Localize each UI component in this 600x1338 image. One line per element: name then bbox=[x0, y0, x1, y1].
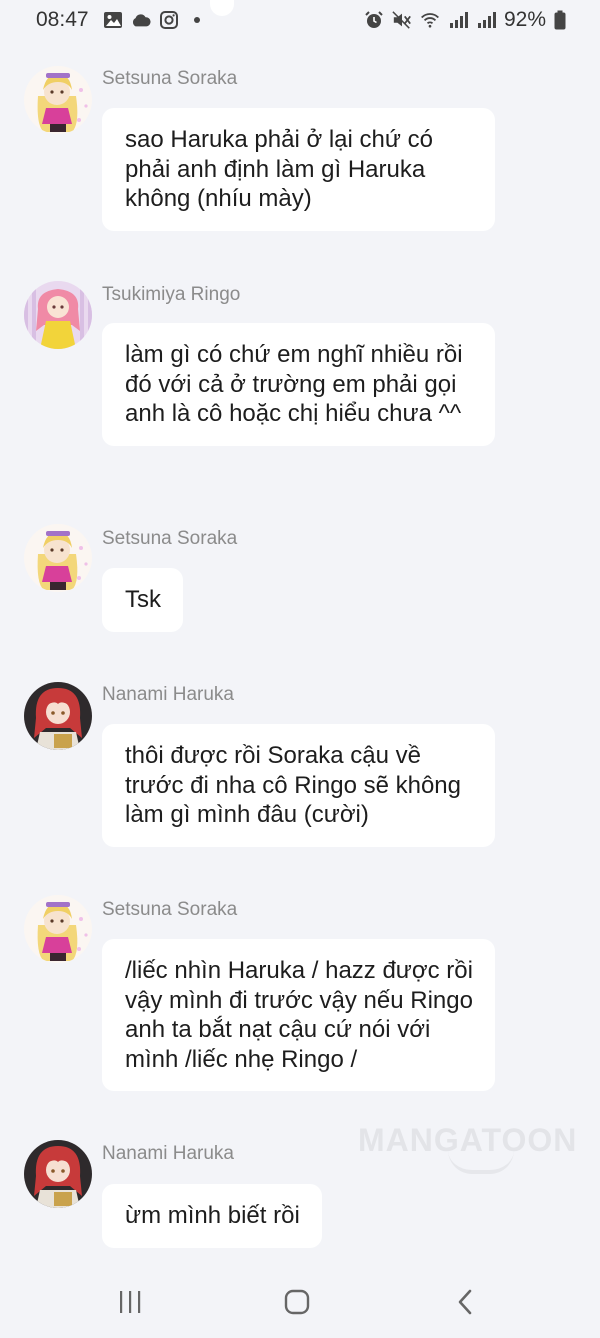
message-bubble[interactable]: Tsk bbox=[102, 568, 183, 632]
message-bubble[interactable]: làm gì có chứ em nghĩ nhiều rồi đó với c… bbox=[102, 323, 495, 446]
message-bubble[interactable]: ừm mình biết rồi bbox=[102, 1184, 322, 1248]
recent-apps-icon[interactable] bbox=[110, 1282, 150, 1322]
sender-name: Setsuna Soraka bbox=[102, 528, 238, 549]
navigation-bar bbox=[0, 1262, 600, 1338]
sender-name: Setsuna Soraka bbox=[102, 68, 238, 89]
back-icon[interactable] bbox=[445, 1282, 485, 1322]
sender-name: Nanami Haruka bbox=[102, 684, 234, 705]
sender-name: Setsuna Soraka bbox=[102, 899, 238, 920]
watermark-smile bbox=[448, 1150, 514, 1174]
ringo-avatar[interactable] bbox=[24, 281, 92, 349]
message-bubble[interactable]: sao Haruka phải ở lại chứ có phải anh đị… bbox=[102, 108, 495, 231]
message-bubble[interactable]: thôi được rồi Soraka cậu về trước đi nha… bbox=[102, 724, 495, 847]
sender-name: Tsukimiya Ringo bbox=[102, 284, 241, 305]
haruka-avatar[interactable] bbox=[24, 1140, 92, 1208]
home-icon[interactable] bbox=[277, 1282, 317, 1322]
setsuna-avatar[interactable] bbox=[24, 895, 92, 963]
message-bubble[interactable]: /liếc nhìn Haruka / hazz được rồi vậy mì… bbox=[102, 939, 495, 1092]
haruka-avatar[interactable] bbox=[24, 682, 92, 750]
sender-name: Nanami Haruka bbox=[102, 1143, 234, 1164]
setsuna-avatar[interactable] bbox=[24, 66, 92, 134]
chat-thread[interactable]: Setsuna Soraka sao Haruka phải ở lại chứ… bbox=[0, 0, 600, 1338]
setsuna-avatar[interactable] bbox=[24, 524, 92, 592]
